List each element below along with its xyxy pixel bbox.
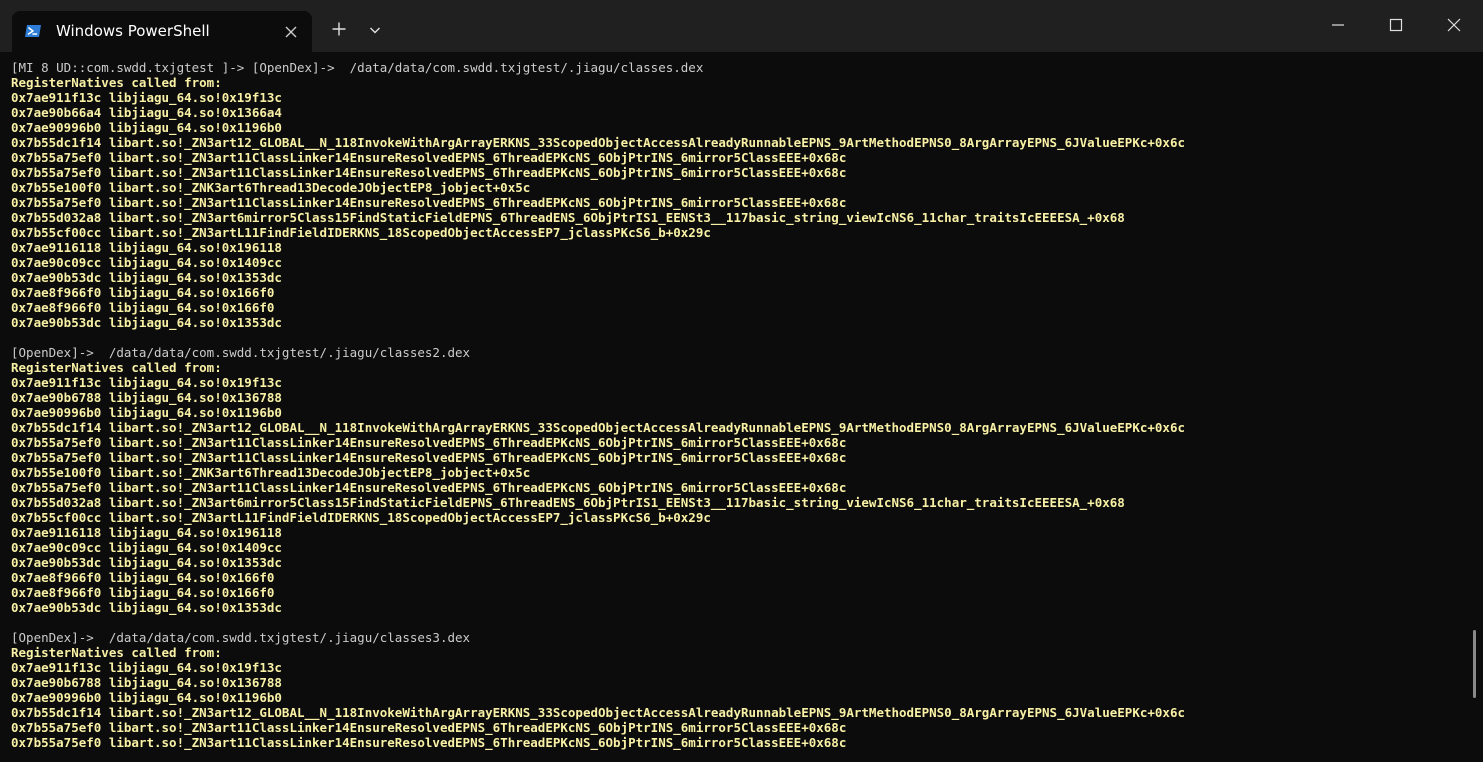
output-line: 0x7ae90996b0 libjiagu_64.so!0x1196b0 [11,120,282,135]
output-line: 0x7b55a75ef0 libart.so!_ZN3art11ClassLin… [11,450,847,465]
output-line: 0x7b55cf00cc libart.so!_ZN3artL11FindFie… [11,225,711,240]
close-icon [1447,17,1461,36]
output-line: 0x7ae911f13c libjiagu_64.so!0x19f13c [11,660,282,675]
output-line: RegisterNatives called from: [11,360,222,375]
close-tab-icon[interactable] [284,24,298,38]
prompt-line: [OpenDex]-> /data/data/com.swdd.txjgtest… [11,630,471,645]
output-line: 0x7b55e100f0 libart.so!_ZNK3art6Thread13… [11,180,531,195]
output-line: RegisterNatives called from: [11,645,222,660]
output-line: 0x7ae90b53dc libjiagu_64.so!0x1353dc [11,555,282,570]
output-line: 0x7ae8f966f0 libjiagu_64.so!0x166f0 [11,585,275,600]
output-line: RegisterNatives called from: [11,75,222,90]
output-line: 0x7ae90b6788 libjiagu_64.so!0x136788 [11,675,282,690]
output-line: 0x7ae8f966f0 libjiagu_64.so!0x166f0 [11,570,275,585]
chevron-down-icon [368,22,382,41]
tab-title: Windows PowerShell [56,22,210,40]
output-line: 0x7ae9116118 libjiagu_64.so!0x196118 [11,240,282,255]
output-line: 0x7b55dc1f14 libart.so!_ZN3art12_GLOBAL_… [11,420,1185,435]
new-tab-button[interactable] [322,14,356,48]
tab-windows-powershell[interactable]: Windows PowerShell [12,11,312,52]
output-line: 0x7b55d032a8 libart.so!_ZN3art6mirror5Cl… [11,495,1125,510]
scrollbar-thumb[interactable] [1473,630,1476,698]
maximize-icon [1389,17,1403,36]
output-line: 0x7ae90996b0 libjiagu_64.so!0x1196b0 [11,690,282,705]
output-line: 0x7ae90996b0 libjiagu_64.so!0x1196b0 [11,405,282,420]
output-line: 0x7b55a75ef0 libart.so!_ZN3art11ClassLin… [11,150,847,165]
output-line: 0x7ae90b53dc libjiagu_64.so!0x1353dc [11,600,282,615]
output-line: 0x7b55a75ef0 libart.so!_ZN3art11ClassLin… [11,195,847,210]
output-line: 0x7b55d032a8 libart.so!_ZN3art6mirror5Cl… [11,210,1125,225]
close-window-button[interactable] [1425,0,1483,52]
output-line: 0x7ae8f966f0 libjiagu_64.so!0x166f0 [11,285,275,300]
output-line: 0x7ae911f13c libjiagu_64.so!0x19f13c [11,375,282,390]
output-line: 0x7ae90b66a4 libjiagu_64.so!0x1366a4 [11,105,282,120]
output-line: 0x7b55e100f0 libart.so!_ZNK3art6Thread13… [11,465,531,480]
output-line: 0x7ae90b53dc libjiagu_64.so!0x1353dc [11,270,282,285]
output-line: 0x7b55dc1f14 libart.so!_ZN3art12_GLOBAL_… [11,705,1185,720]
output-line: 0x7b55a75ef0 libart.so!_ZN3art11ClassLin… [11,720,847,735]
plus-icon [331,21,347,41]
minimize-icon [1331,17,1345,36]
output-line: 0x7ae90b6788 libjiagu_64.so!0x136788 [11,390,282,405]
output-line: 0x7ae911f13c libjiagu_64.so!0x19f13c [11,90,282,105]
output-line: 0x7ae90c09cc libjiagu_64.so!0x1409cc [11,255,282,270]
output-line: 0x7ae9116118 libjiagu_64.so!0x196118 [11,525,282,540]
output-line: 0x7b55a75ef0 libart.so!_ZN3art11ClassLin… [11,480,847,495]
output-line: 0x7b55cf00cc libart.so!_ZN3artL11FindFie… [11,510,711,525]
output-line: 0x7b55a75ef0 libart.so!_ZN3art11ClassLin… [11,735,847,750]
powershell-icon [24,22,42,40]
terminal-output-area[interactable]: [MI 8 UD::com.swdd.txjgtest ]-> [OpenDex… [0,52,1483,762]
output-line: 0x7ae90b53dc libjiagu_64.so!0x1353dc [11,315,282,330]
prompt-line: [OpenDex]-> /data/data/com.swdd.txjgtest… [11,345,471,360]
output-line: 0x7ae8f966f0 libjiagu_64.so!0x166f0 [11,300,275,315]
terminal-text: [MI 8 UD::com.swdd.txjgtest ]-> [OpenDex… [11,60,1185,750]
output-line: 0x7b55a75ef0 libart.so!_ZN3art11ClassLin… [11,435,847,450]
prompt-line: [MI 8 UD::com.swdd.txjgtest ]-> [OpenDex… [11,60,704,75]
output-line: 0x7b55a75ef0 libart.so!_ZN3art11ClassLin… [11,165,847,180]
minimize-button[interactable] [1309,0,1367,52]
tab-dropdown-button[interactable] [360,14,390,48]
maximize-button[interactable] [1367,0,1425,52]
title-bar[interactable]: Windows PowerShell [0,0,1483,52]
output-line: 0x7b55dc1f14 libart.so!_ZN3art12_GLOBAL_… [11,135,1185,150]
output-line: 0x7ae90c09cc libjiagu_64.so!0x1409cc [11,540,282,555]
